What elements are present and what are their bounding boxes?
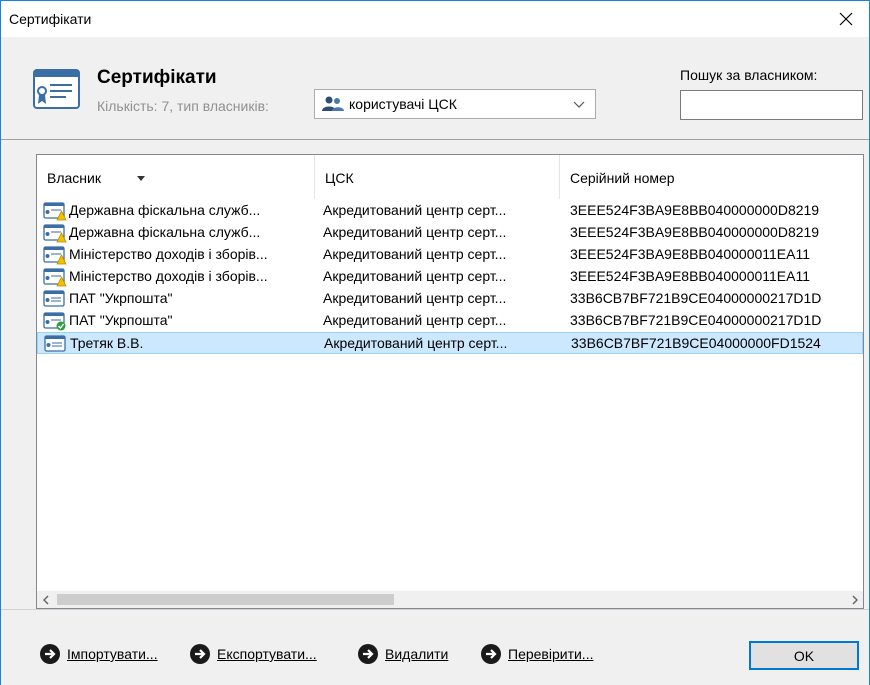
cell-csk: Акредитований центр серт... — [323, 202, 507, 218]
owner-type-dropdown[interactable]: користувачі ЦСК — [314, 89, 596, 119]
export-button[interactable]: Експортувати... — [189, 643, 317, 665]
cell-csk: Акредитований центр серт... — [323, 312, 507, 328]
cell-owner: Третяк В.В. — [70, 335, 144, 351]
verify-button[interactable]: Перевірити... — [480, 643, 593, 665]
cell-owner: Міністерство доходів і зборів... — [69, 246, 268, 262]
import-button[interactable]: Імпортувати... — [39, 643, 158, 665]
window-title: Сертифікати — [9, 11, 92, 27]
verify-label: Перевірити... — [508, 646, 594, 662]
cert-warning-icon — [43, 202, 67, 221]
cell-owner: Міністерство доходів і зборів... — [69, 268, 268, 284]
certificates-list[interactable]: Власник ЦСК Серійний номер Державна фіск… — [36, 154, 864, 609]
footer-panel: Імпортувати... Експортувати... Видалити … — [1, 609, 869, 685]
column-owner[interactable]: Власник — [37, 155, 315, 199]
arrow-right-circle-icon — [481, 644, 501, 664]
column-serial[interactable]: Серійний номер — [560, 155, 863, 199]
cell-serial: 33B6CB7BF721B9CE04000000FD1524 — [571, 335, 821, 351]
cell-serial: 3EEE524F3BA9E8BB040000011EA11 — [570, 268, 811, 284]
import-label: Імпортувати... — [67, 646, 158, 662]
certificate-icon — [33, 69, 80, 109]
content-panel: Власник ЦСК Серійний номер Державна фіск… — [1, 140, 869, 684]
owner-type-value: користувачі ЦСК — [349, 96, 457, 112]
scroll-right-button[interactable] — [846, 591, 863, 608]
cell-owner: Державна фіскальна служб... — [69, 224, 261, 240]
search-label: Пошук за власником: — [680, 67, 818, 83]
cell-serial: 33B6CB7BF721B9CE04000000217D1D — [570, 290, 822, 306]
arrow-right-circle-icon — [190, 644, 210, 664]
cell-csk: Акредитований центр серт... — [324, 335, 508, 351]
column-serial-label: Серійний номер — [570, 170, 675, 186]
chevron-down-icon — [573, 101, 585, 108]
header-panel: Сертифікати Кількість: 7, тип власників:… — [1, 37, 869, 140]
table-row[interactable]: Міністерство доходів і зборів... Акредито… — [37, 244, 863, 266]
certificates-dialog: Сертифікати Сертифікати Кількість: 7, ти… — [0, 0, 870, 685]
chevron-right-icon — [852, 595, 858, 604]
delete-button[interactable]: Видалити — [357, 643, 448, 665]
cell-serial: 3EEE524F3BA9E8BB040000000D8219 — [570, 224, 820, 240]
owner-search-input[interactable] — [680, 90, 863, 120]
column-owner-label: Власник — [47, 170, 101, 186]
scroll-left-button[interactable] — [37, 591, 54, 608]
cert-warning-icon — [43, 246, 67, 265]
table-row[interactable]: Міністерство доходів і зборів... Акредито… — [37, 266, 863, 288]
arrow-right-circle-icon — [358, 644, 378, 664]
title-bar: Сертифікати — [1, 1, 869, 37]
cert-warning-icon — [43, 224, 67, 243]
ok-button[interactable]: OK — [749, 641, 859, 670]
table-row[interactable]: Державна фіскальна служб... Акредитований… — [37, 222, 863, 244]
cell-serial: 3EEE524F3BA9E8BB040000000D8219 — [570, 202, 820, 218]
users-icon — [322, 96, 344, 111]
arrow-right-circle-icon — [40, 644, 60, 664]
cell-owner: ПАТ "Укрпошта" — [69, 312, 173, 328]
cell-serial: 3EEE524F3BA9E8BB040000011EA11 — [570, 246, 811, 262]
cert-warning-icon — [43, 268, 67, 287]
column-csk-label: ЦСК — [325, 170, 354, 186]
cell-csk: Акредитований центр серт... — [323, 268, 507, 284]
cell-owner: Державна фіскальна служб... — [69, 202, 261, 218]
column-header: Власник ЦСК Серійний номер — [37, 155, 863, 199]
column-csk[interactable]: ЦСК — [315, 155, 560, 199]
table-row[interactable]: ПАТ "Укрпошта" Акредитований центр серт..… — [37, 288, 863, 310]
cell-serial: 33B6CB7BF721B9CE04000000217D1D — [570, 312, 822, 328]
chevron-left-icon — [42, 595, 48, 604]
cert-icon — [44, 335, 66, 352]
cell-csk: Акредитований центр серт... — [323, 290, 507, 306]
cell-csk: Акредитований центр серт... — [323, 224, 507, 240]
sort-down-icon — [137, 176, 145, 181]
table-row[interactable]: ПАТ "Укрпошта" Акредитований центр серт..… — [37, 310, 863, 332]
header-subtitle: Кількість: 7, тип власників: — [97, 98, 269, 114]
table-body: Державна фіскальна служб... Акредитований… — [37, 200, 863, 354]
table-row[interactable]: Державна фіскальна служб... Акредитований… — [37, 200, 863, 222]
delete-label: Видалити — [385, 646, 449, 662]
cert-valid-icon — [43, 312, 66, 331]
cert-icon — [43, 290, 65, 307]
horizontal-scrollbar[interactable] — [37, 591, 863, 608]
table-row[interactable]: Третяк В.В. Акредитований центр серт... 33… — [37, 332, 863, 354]
scroll-thumb[interactable] — [57, 594, 394, 605]
cell-owner: ПАТ "Укрпошта" — [69, 290, 173, 306]
close-icon — [839, 12, 853, 26]
cell-csk: Акредитований центр серт... — [323, 246, 507, 262]
header-title: Сертифікати — [97, 67, 217, 88]
close-button[interactable] — [823, 1, 869, 37]
export-label: Експортувати... — [217, 646, 317, 662]
